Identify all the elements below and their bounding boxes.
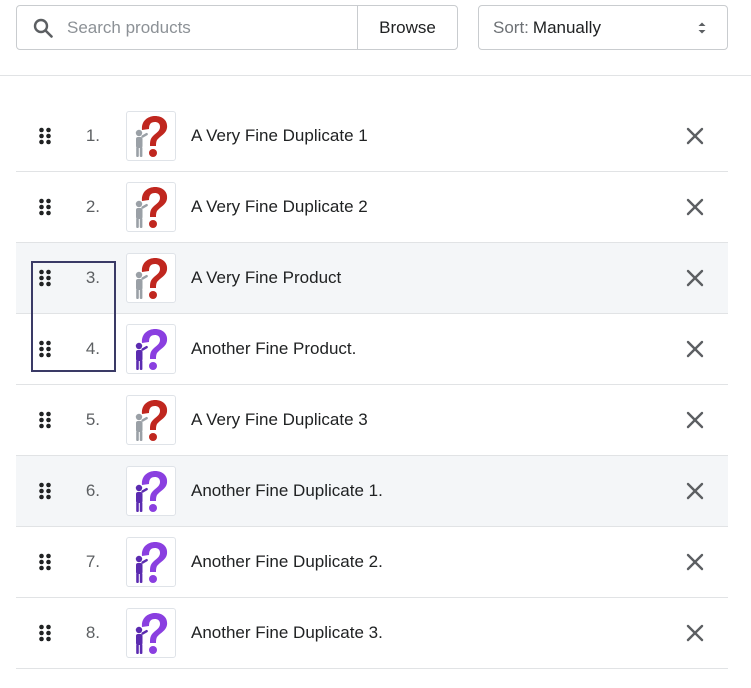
close-icon	[686, 624, 704, 642]
search-input[interactable]	[65, 16, 329, 39]
red-question-mark-image	[135, 258, 168, 299]
product-thumbnail	[126, 324, 176, 374]
product-thumbnail	[126, 466, 176, 516]
close-icon	[686, 411, 704, 429]
drag-handle-icon[interactable]	[38, 411, 52, 429]
product-thumbnail	[126, 537, 176, 587]
purple-question-mark-image	[135, 329, 168, 370]
product-row: 7. Another Fine Duplicate 2.	[16, 527, 728, 598]
product-row: 1. A Very Fine Duplicate 1	[16, 101, 728, 172]
red-question-mark-image	[135, 400, 168, 441]
remove-product-button[interactable]	[680, 265, 710, 291]
drag-handle-icon[interactable]	[38, 624, 52, 642]
product-thumbnail	[126, 111, 176, 161]
product-position: 1.	[85, 126, 100, 145]
select-arrows-icon	[698, 22, 706, 34]
red-question-mark-image	[135, 116, 168, 157]
product-title: A Very Fine Duplicate 3	[191, 410, 368, 429]
product-title: Another Fine Product.	[191, 339, 357, 358]
remove-product-button[interactable]	[680, 620, 710, 646]
product-row: 5. A Very Fine Duplicate 3	[16, 385, 728, 456]
product-thumbnail	[126, 395, 176, 445]
product-row: 8. Another Fine Duplicate 3.	[16, 598, 728, 669]
close-icon	[686, 553, 704, 571]
product-row: 4. Another Fine Product.	[16, 314, 728, 385]
purple-question-mark-image	[135, 471, 168, 512]
sort-select[interactable]: Sort: Manually	[478, 5, 728, 50]
product-position: 8.	[85, 623, 100, 642]
product-title: Another Fine Duplicate 1.	[191, 481, 383, 500]
close-icon	[686, 340, 704, 358]
product-title: Another Fine Duplicate 2.	[191, 552, 383, 571]
toolbar: Browse Sort: Manually	[0, 0, 751, 76]
drag-handle-icon[interactable]	[38, 340, 52, 358]
drag-handle-icon[interactable]	[38, 198, 52, 216]
remove-product-button[interactable]	[680, 478, 710, 504]
purple-question-mark-image	[135, 613, 168, 654]
product-title: A Very Fine Product	[191, 268, 342, 287]
close-icon	[686, 198, 704, 216]
red-question-mark-image	[135, 187, 168, 228]
product-title: Another Fine Duplicate 3.	[191, 623, 383, 642]
product-position: 7.	[85, 552, 100, 571]
product-row: 2. A Very Fine Duplicate 2	[16, 172, 728, 243]
product-thumbnail	[126, 253, 176, 303]
remove-product-button[interactable]	[680, 549, 710, 575]
search-group: Browse	[16, 5, 458, 50]
drag-handle-icon[interactable]	[38, 269, 52, 287]
product-thumbnail	[126, 608, 176, 658]
browse-button[interactable]: Browse	[358, 6, 457, 49]
product-thumbnail	[126, 182, 176, 232]
close-icon	[686, 269, 704, 287]
product-title: A Very Fine Duplicate 2	[191, 197, 368, 216]
product-position: 3.	[85, 268, 100, 287]
product-row: 6. Another Fine Duplicate 1.	[16, 456, 728, 527]
drag-handle-icon[interactable]	[38, 482, 52, 500]
product-position: 2.	[85, 197, 100, 216]
search-icon	[33, 18, 53, 38]
close-icon	[686, 482, 704, 500]
product-row: 3. A Very Fine Product	[16, 243, 728, 314]
remove-product-button[interactable]	[680, 123, 710, 149]
remove-product-button[interactable]	[680, 407, 710, 433]
remove-product-button[interactable]	[680, 336, 710, 362]
drag-handle-icon[interactable]	[38, 127, 52, 145]
sort-label: Sort:	[493, 17, 529, 37]
product-position: 5.	[85, 410, 100, 429]
sort-value: Manually	[532, 17, 601, 37]
remove-product-button[interactable]	[680, 194, 710, 220]
product-list: 1. A Very Fine Duplicate 1 2. A Very Fin…	[16, 101, 728, 669]
close-icon	[686, 127, 704, 145]
product-position: 4.	[85, 339, 100, 358]
drag-handle-icon[interactable]	[38, 553, 52, 571]
product-position: 6.	[85, 481, 100, 500]
purple-question-mark-image	[135, 542, 168, 583]
product-title: A Very Fine Duplicate 1	[191, 126, 368, 145]
search-field[interactable]	[17, 6, 358, 49]
